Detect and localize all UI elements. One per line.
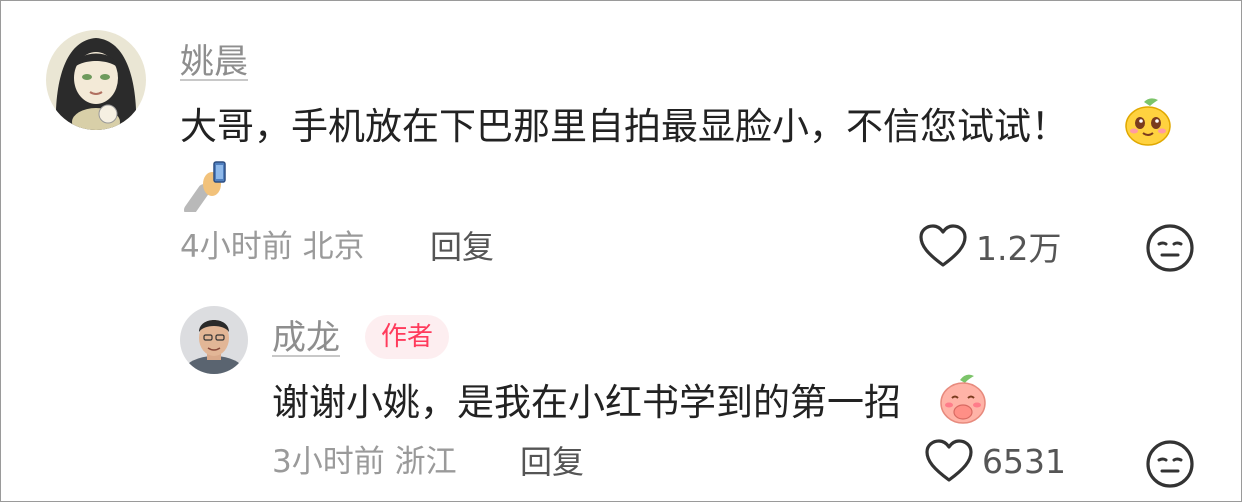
like-count: 6531 (982, 441, 1066, 481)
reply-meta: 3小时前 浙江 (272, 442, 457, 482)
dislike-button[interactable] (1144, 222, 1196, 278)
reply-text: 谢谢小姚，是我在小红书学到的第一招 (272, 381, 901, 424)
selfie-hand-emoji (184, 160, 232, 216)
meh-face-icon (1146, 224, 1194, 272)
smug-face-sticker-icon (1122, 96, 1174, 148)
comment-meta: 4小时前 北京 (180, 227, 365, 267)
author-badge: 作者 (365, 315, 450, 359)
comment-time: 4小时前 (180, 229, 293, 265)
like-count: 1.2万 (976, 229, 1062, 268)
comment-location: 北京 (302, 229, 365, 265)
comment-username[interactable]: 姚晨 (180, 42, 248, 82)
user-avatar[interactable] (46, 30, 146, 130)
reply-username[interactable]: 成龙 (272, 318, 340, 358)
man-photo-avatar-icon (180, 306, 248, 374)
dislike-button[interactable] (1144, 438, 1196, 494)
reply-button[interactable]: 回复 (520, 442, 584, 482)
reply-time: 3小时前 (272, 444, 385, 480)
heart-icon (919, 224, 967, 267)
illustrated-girl-avatar-icon (46, 30, 146, 130)
reply-location: 浙江 (394, 444, 457, 480)
shy-peach-sticker-icon (936, 372, 990, 426)
heart-icon (925, 439, 973, 482)
reply-button[interactable]: 回复 (430, 227, 494, 267)
meh-face-icon (1146, 440, 1194, 488)
user-avatar[interactable] (180, 306, 248, 374)
comment-text: 大哥，手机放在下巴那里自拍最显脸小，不信您试试！ (180, 105, 1068, 148)
like-button[interactable]: 1.2万 (918, 222, 1061, 270)
like-button[interactable]: 6531 (924, 438, 1066, 484)
